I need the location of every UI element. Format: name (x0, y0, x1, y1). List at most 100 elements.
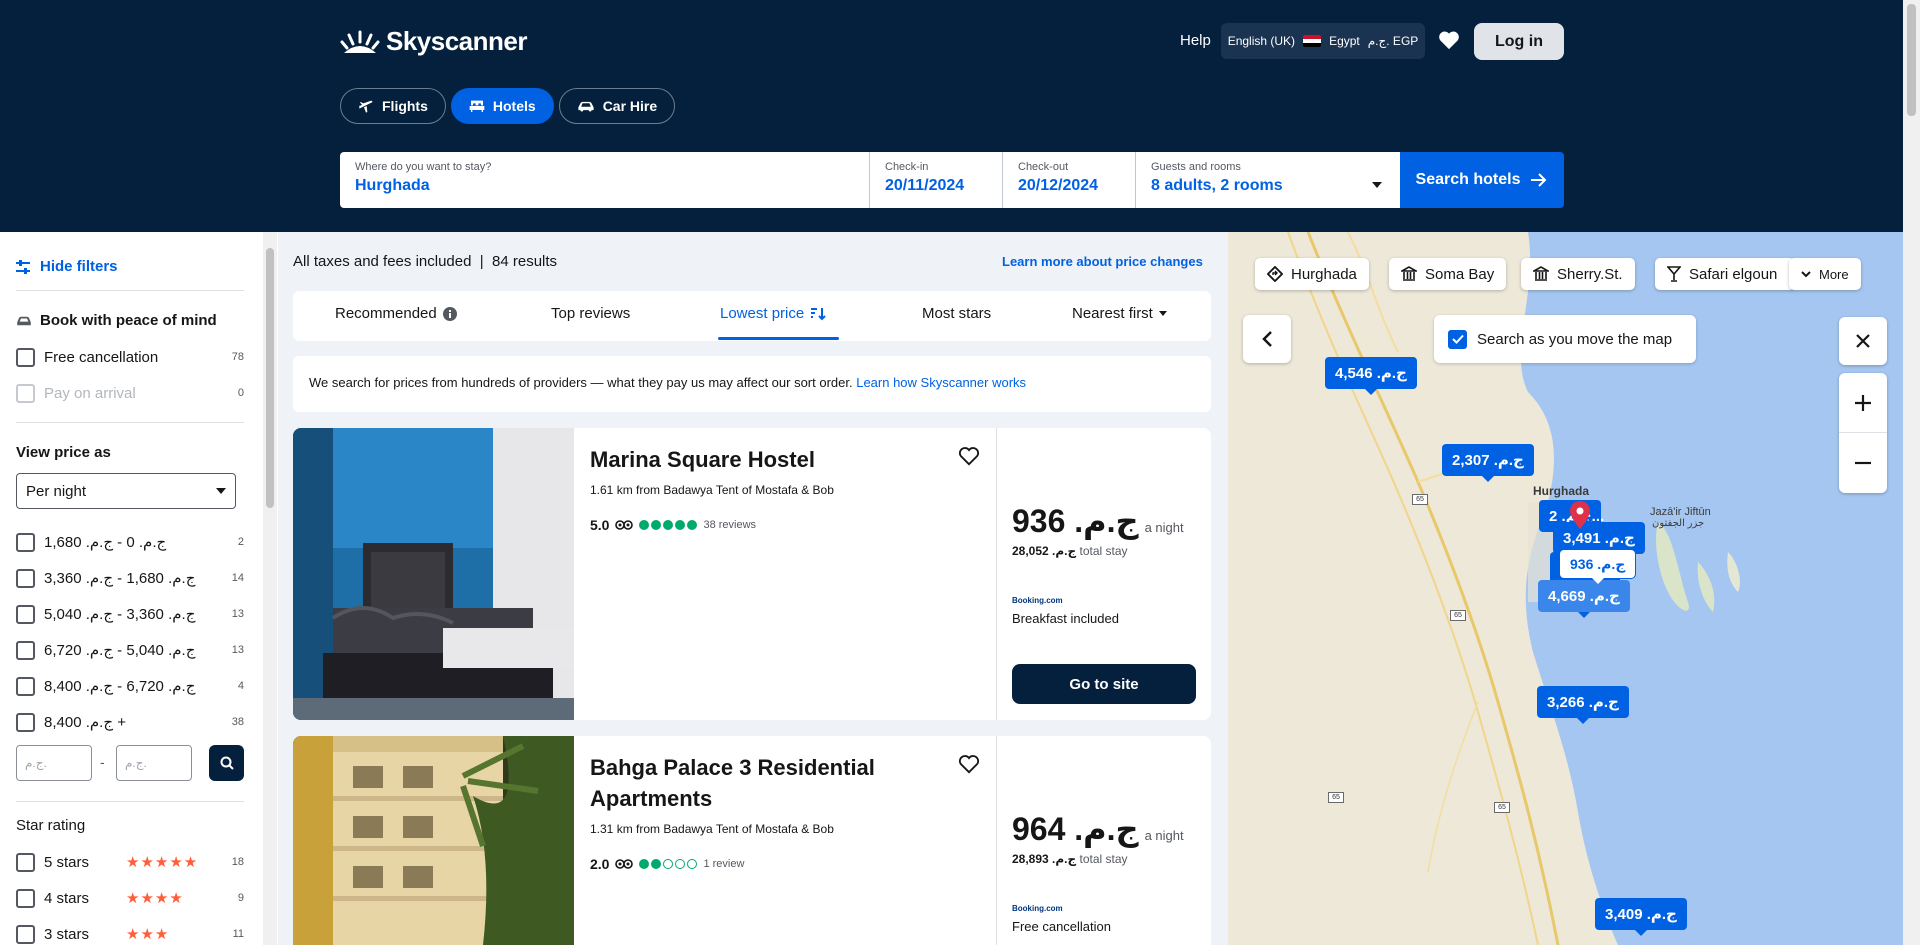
checkbox[interactable] (16, 852, 35, 872)
sort-nearest-first[interactable]: Nearest first (1072, 305, 1167, 322)
tab-flights[interactable]: Flights (340, 88, 446, 124)
checkbox[interactable] (16, 888, 35, 908)
checkbox[interactable] (16, 676, 35, 696)
heart-outline-icon[interactable] (958, 446, 980, 466)
how-skyscanner-works-link[interactable]: Learn how Skyscanner works (856, 375, 1026, 390)
filter-label: 4 stars (44, 889, 90, 907)
hotel-photo[interactable] (293, 428, 574, 720)
filter-price-range[interactable]: ج.م. 0 - ج.م. 1,680 2 (16, 531, 244, 553)
hotel-card[interactable]: Marina Square Hostel 1.61 km from Badawy… (293, 428, 1211, 720)
checkbox[interactable] (16, 568, 35, 588)
map-price-pin[interactable]: ج.م. 4,669 (1538, 580, 1630, 618)
sort-recommended[interactable]: Recommended (335, 305, 457, 322)
zoom-in-button[interactable] (1839, 373, 1887, 433)
divider (16, 290, 244, 291)
filter-price-range[interactable]: ج.م. 3,360 - ج.م. 5,040 13 (16, 603, 244, 625)
scrollbar-thumb[interactable] (1907, 4, 1916, 116)
hotel-name[interactable]: Marina Square Hostel (590, 444, 980, 475)
sort-top-reviews[interactable]: Top reviews (551, 305, 630, 322)
apply-price-button[interactable] (209, 745, 244, 781)
review-count[interactable]: 38 reviews (703, 519, 756, 531)
close-map-button[interactable] (1839, 317, 1887, 365)
locale-button[interactable]: English (UK) Egypt ج.م. EGP (1221, 23, 1425, 59)
map-price-pin[interactable]: ج.م. 3,266 (1537, 686, 1629, 724)
chevron-down-icon (216, 488, 226, 494)
car-shield-icon (17, 316, 31, 325)
checked-checkbox[interactable] (1448, 329, 1467, 349)
filter-price-range[interactable]: ج.م. 8,400 + 38 (16, 711, 244, 733)
sort-most-stars[interactable]: Most stars (922, 305, 991, 322)
map-chip-hurghada[interactable]: Hurghada (1255, 258, 1369, 290)
hotel-details: Bahga Palace 3 Residential Apartments 1.… (590, 752, 980, 872)
map-more-button[interactable]: More (1789, 258, 1861, 290)
sort-lowest-price[interactable]: Lowest price (720, 305, 826, 322)
collapse-map-button[interactable] (1243, 315, 1291, 363)
bed-icon (469, 100, 485, 112)
results-map[interactable]: 65 65 65 65 Hurghada Jazā'ir Jiftūn جزر … (1228, 232, 1903, 945)
range-separator: - (100, 754, 105, 770)
search-as-move-toggle[interactable]: Search as you move the map (1434, 315, 1696, 363)
sidebar-scrollbar[interactable] (263, 232, 277, 945)
tab-car-hire[interactable]: Car Hire (558, 88, 676, 124)
car-icon (578, 101, 594, 112)
skyscanner-logo[interactable]: Skyscanner (340, 26, 527, 57)
filter-price-range[interactable]: ج.م. 5,040 - ج.م. 6,720 13 (16, 639, 244, 661)
scrollbar-thumb[interactable] (266, 248, 274, 508)
tab-hotels[interactable]: Hotels (450, 88, 554, 124)
checkbox[interactable] (16, 532, 35, 552)
caret-down-icon (1158, 311, 1167, 316)
checkbox[interactable] (16, 604, 35, 624)
go-to-site-button[interactable]: Go to site (1012, 664, 1196, 704)
heart-icon[interactable] (1438, 30, 1460, 50)
guests-field[interactable]: Guests and rooms 8 adults, 2 rooms (1136, 152, 1400, 208)
price-row: ج.م. 936 a night (1012, 502, 1196, 540)
hide-filters-button[interactable]: Hide filters (16, 258, 118, 275)
filter-count: 4 (237, 680, 244, 692)
map-price-pin[interactable]: ج.م. 4,546 (1325, 357, 1417, 395)
rating-dot (675, 859, 686, 869)
review-count[interactable]: 1 review (703, 858, 744, 870)
login-button[interactable]: Log in (1474, 23, 1564, 60)
filter-stars[interactable]: 5 stars ★★★★★ 18 (16, 851, 244, 873)
filter-free-cancellation[interactable]: Free cancellation 78 (16, 346, 244, 368)
filter-price-range[interactable]: ج.م. 1,680 - ج.م. 3,360 14 (16, 567, 244, 589)
selected-price-pin[interactable]: ج.م. 936 (1560, 550, 1636, 584)
hotel-name[interactable]: Bahga Palace 3 Residential Apartments (590, 752, 980, 814)
total-amount: ج.م. 28,052 (1012, 544, 1077, 558)
heart-outline-icon[interactable] (958, 754, 980, 774)
nightly-price: ج.م. 936 (1012, 503, 1139, 539)
checkin-field[interactable]: Check-in 20/11/2024 (870, 152, 1003, 208)
plus-icon (1855, 394, 1871, 411)
search-hotels-button[interactable]: Search hotels (1400, 152, 1564, 208)
max-price-input[interactable]: ج.م. (116, 745, 192, 781)
checkout-field[interactable]: Check-out 20/12/2024 (1003, 152, 1136, 208)
map-chip-safari[interactable]: Safari elgoun (1655, 258, 1795, 290)
filter-count: 0 (237, 387, 244, 399)
filter-price-range[interactable]: ج.م. 6,720 - ج.م. 8,400 4 (16, 675, 244, 697)
map-price-pin[interactable]: ج.م. 2,307 (1442, 444, 1534, 482)
peace-of-mind-heading: Book with peace of mind (16, 312, 217, 329)
checkbox[interactable] (16, 712, 35, 732)
checkbox[interactable] (16, 640, 35, 660)
hotel-photo[interactable] (293, 736, 574, 945)
filters-sidebar: Hide filters Book with peace of mind Fre… (0, 232, 278, 945)
map-chip-soma-bay[interactable]: Soma Bay (1389, 258, 1507, 290)
help-link[interactable]: Help (1180, 32, 1211, 49)
page-scrollbar[interactable] (1903, 0, 1920, 945)
zoom-out-button[interactable] (1839, 433, 1887, 493)
rating-dot (675, 520, 686, 530)
hotel-distance: 1.61 km from Badawya Tent of Mostafa & B… (590, 483, 834, 497)
hotel-card[interactable]: Bahga Palace 3 Residential Apartments 1.… (293, 736, 1211, 945)
price-changes-link[interactable]: Learn more about price changes (1002, 254, 1203, 269)
checkout-value: 20/12/2024 (1018, 177, 1099, 194)
filter-stars[interactable]: 3 stars ★★★ 11 (16, 923, 244, 945)
checkbox[interactable] (16, 347, 35, 367)
min-price-input[interactable]: ج.م. (16, 745, 92, 781)
destination-field[interactable]: Where do you want to stay? Hurghada (340, 152, 870, 208)
check-icon (1451, 334, 1464, 344)
map-chip-sherry-st[interactable]: Sherry.St. (1521, 258, 1635, 290)
filter-stars[interactable]: 4 stars ★★★★ 9 (16, 887, 244, 909)
map-price-pin[interactable]: ج.م. 3,409 (1595, 898, 1687, 936)
checkbox[interactable] (16, 924, 35, 944)
price-mode-select[interactable]: Per night (16, 473, 236, 509)
